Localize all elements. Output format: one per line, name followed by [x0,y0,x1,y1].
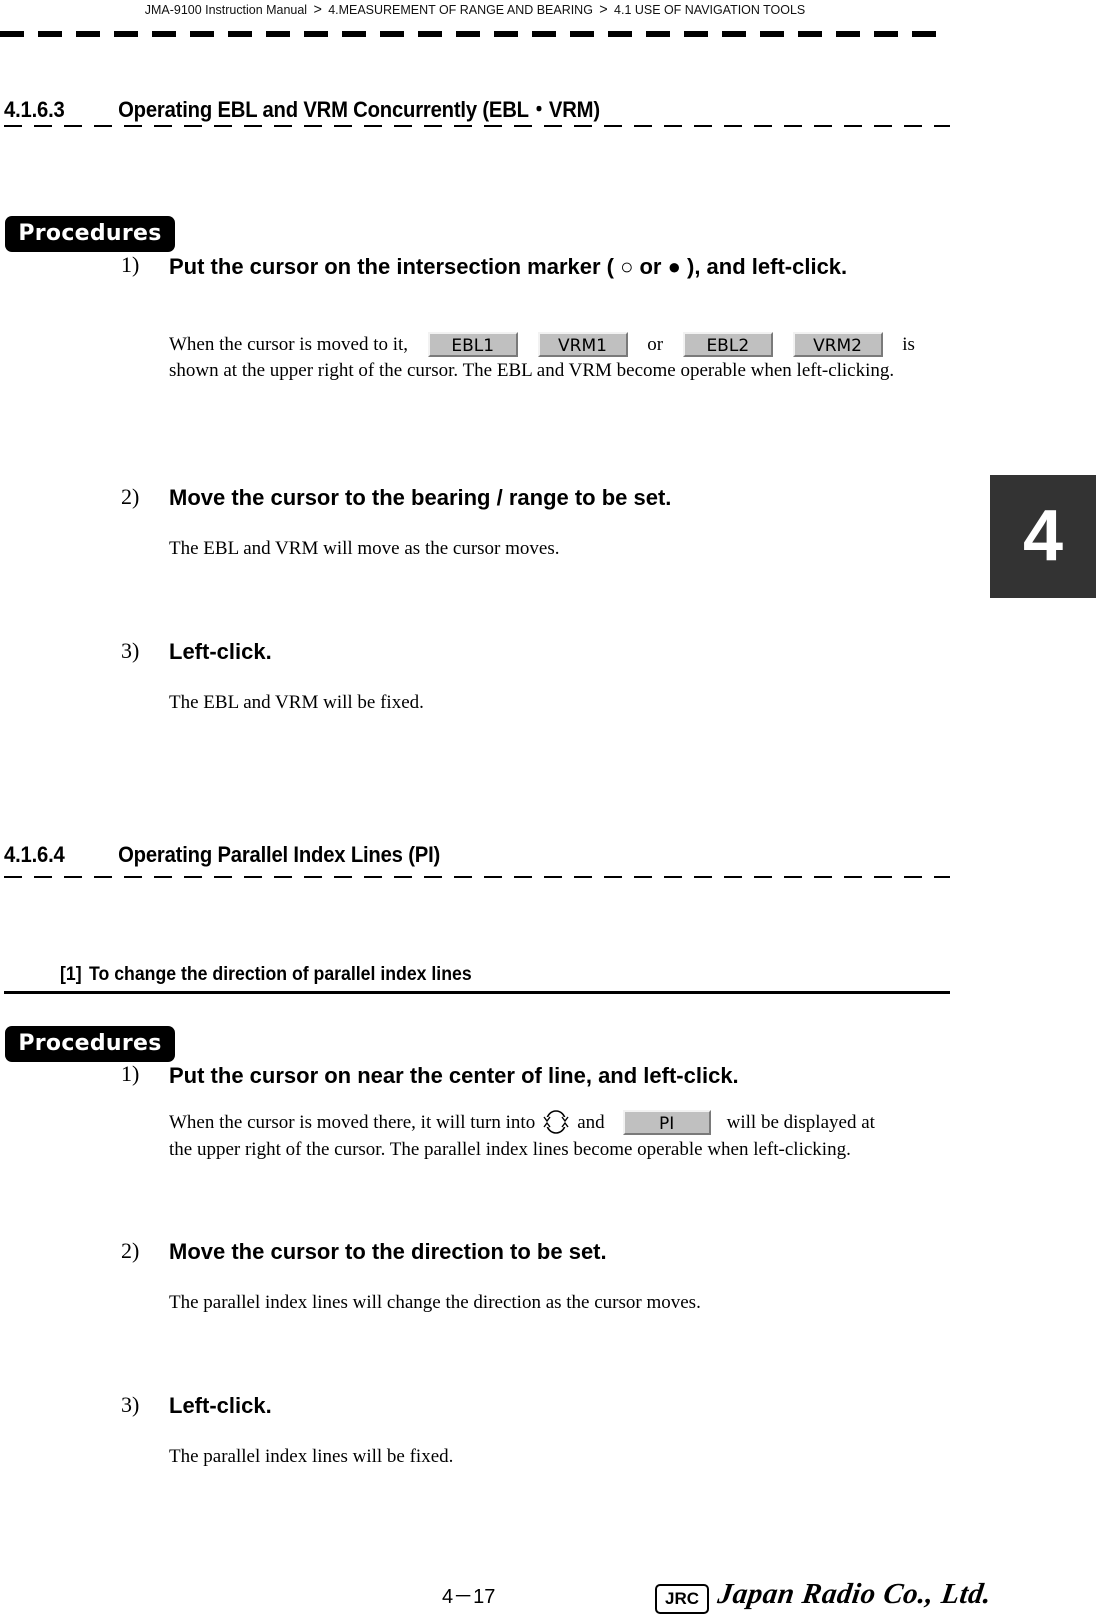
step-title: Left-click. [169,1393,272,1418]
rotate-cursor-icon [541,1107,571,1137]
procedures-badge: Procedures [5,1026,175,1062]
step-text: the upper right of the cursor. The paral… [169,1139,851,1160]
subsection-title: To change the direction of parallel inde… [89,964,472,985]
section-heading: 4.1.6.3 Operating EBL and VRM Concurrentl… [4,92,874,124]
section-divider [4,125,950,127]
step-text: will be displayed at [726,1111,875,1133]
breadcrumb-item-manual[interactable]: JMA-9100 Instruction Manual [145,2,307,17]
subsection-number: [1] [60,964,82,985]
step-text: and [577,1111,605,1133]
step-description: The EBL and VRM will move as the cursor … [169,538,560,559]
step-description: When the cursor is moved there, it will … [169,1107,939,1162]
section-number: 4.1.6.3 [4,97,65,122]
step-title: Put the cursor on near the center of lin… [169,1063,739,1088]
subsection-heading: [1] To change the direction of parallel i… [60,964,472,986]
step-number: 3) [121,638,140,663]
step-text: shown at the upper right of the cursor. … [169,360,895,381]
header-divider [0,31,950,37]
chapter-tab[interactable]: 4 [990,475,1096,598]
section-divider [4,876,950,878]
step-title: Put the cursor on the intersection marke… [169,254,848,279]
subsection-rule [4,991,950,994]
section-number: 4.1.6.4 [4,842,65,867]
step-text: When the cursor is moved to it, [169,333,409,355]
step-text: When the cursor is moved there, it will … [169,1111,536,1133]
step-description: When the cursor is moved to it, EBL1 VRM… [169,330,939,383]
step-number: 1) [121,252,140,277]
step-description: The parallel index lines will be fixed. [169,1446,454,1467]
step-title: Move the cursor to the bearing / range t… [169,485,672,510]
section-heading: 4.1.6.4 Operating Parallel Index Lines (P… [4,842,874,868]
step-description: The EBL and VRM will be fixed. [169,692,424,713]
step-number: 2) [121,1238,140,1263]
breadcrumb-item-chapter[interactable]: 4.MEASUREMENT OF RANGE AND BEARING [328,2,593,17]
step-number: 1) [121,1061,140,1086]
step-text: is [902,333,915,355]
pi-button[interactable]: PI [622,1109,711,1135]
section-title: Operating Parallel Index Lines (PI) [118,842,441,867]
ebl2-button[interactable]: EBL2 [682,331,773,357]
step-number: 2) [121,484,140,509]
breadcrumb-item-section[interactable]: 4.1 USE OF NAVIGATION TOOLS [614,2,805,17]
step-title: Move the cursor to the direction to be s… [169,1239,607,1264]
jrc-logo: JRC [655,1584,709,1614]
section-title: Operating EBL and VRM Concurrently (EBL・… [118,97,600,122]
breadcrumb: JMA-9100 Instruction Manual > 4.MEASUREM… [19,1,931,18]
procedures-badge: Procedures [5,216,175,252]
company-name: Japan Radio Co., Ltd. [715,1578,994,1610]
breadcrumb-separator: > [313,1,322,18]
breadcrumb-separator: > [599,1,608,18]
step-description: The parallel index lines will change the… [169,1292,701,1313]
step-title: Left-click. [169,639,272,664]
step-number: 3) [121,1392,140,1417]
page-number: 4－17 [442,1586,496,1608]
vrm2-button[interactable]: VRM2 [792,331,883,357]
vrm1-button[interactable]: VRM1 [537,331,628,357]
ebl1-button[interactable]: EBL1 [427,331,518,357]
step-text: or [647,333,664,355]
